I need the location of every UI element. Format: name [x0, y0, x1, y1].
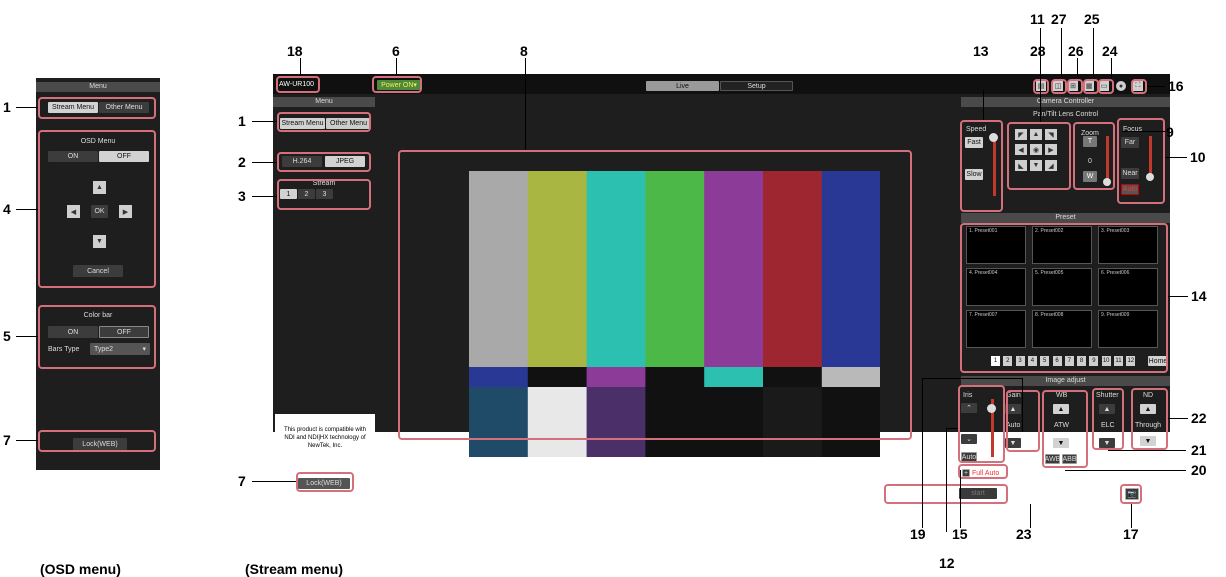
callout-7-osd: 7: [3, 432, 11, 448]
callout-28: 28: [1030, 43, 1046, 59]
icons-box-25: [1083, 79, 1099, 94]
callout-14: 14: [1191, 288, 1207, 304]
settings-icon[interactable]: ●: [1116, 81, 1126, 91]
callout-23: 23: [1016, 526, 1032, 542]
power-box: [372, 76, 422, 93]
preset-box: [960, 223, 1168, 373]
icons-box-16: [1131, 79, 1147, 94]
model-box: [276, 76, 320, 93]
icons-box-27: [1051, 79, 1067, 94]
callout-20: 20: [1191, 462, 1207, 478]
callout-15: 15: [952, 526, 968, 542]
callout-9: 9: [1166, 124, 1174, 140]
callout-19: 19: [910, 526, 926, 542]
callout-22: 22: [1191, 410, 1207, 426]
callout-26: 26: [1068, 43, 1084, 59]
ndi-notice-text: This product is compatible with NDI and …: [283, 427, 367, 449]
osd-menu-caption: (OSD menu): [40, 561, 121, 577]
tab-live[interactable]: Live: [646, 81, 719, 91]
callout-6: 6: [392, 43, 400, 59]
stream-menu-caption: (Stream menu): [245, 561, 344, 577]
full-auto-box: [958, 464, 1008, 479]
callout-11: 11: [1030, 11, 1045, 27]
callout-1: 1: [238, 113, 246, 129]
callout-16: 16: [1168, 78, 1184, 94]
callout-10: 10: [1190, 149, 1206, 165]
callout-3: 3: [238, 188, 246, 204]
callout-17: 17: [1123, 526, 1139, 542]
callout-24: 24: [1102, 43, 1118, 59]
callout-5: 5: [3, 328, 11, 344]
icons-box-24: [1098, 79, 1114, 94]
callout-25: 25: [1084, 11, 1100, 27]
tab-setup[interactable]: Setup: [720, 81, 793, 91]
tabs-box: [277, 112, 371, 132]
menu-title: Menu: [36, 82, 160, 92]
pantilt-box: [1007, 122, 1071, 190]
nd-box: [1131, 388, 1168, 450]
callout-7: 7: [238, 473, 246, 489]
stream-box: [277, 179, 371, 210]
camera-box: [1120, 484, 1142, 504]
zoom-box: [1073, 122, 1115, 190]
camera-controller-title: Camera Controller: [961, 97, 1170, 107]
callout-27: 27: [1051, 11, 1067, 27]
callout-1-osd: 1: [3, 99, 11, 115]
callout-18: 18: [287, 43, 303, 59]
osd-menu-box: [38, 130, 156, 288]
callout-2: 2: [238, 154, 246, 170]
speed-box: [960, 120, 1003, 212]
preset-title: Preset: [961, 213, 1170, 223]
lock-box: [296, 472, 354, 492]
icons-box-26: [1067, 79, 1083, 94]
pantilt-title: Pan/Tilt Lens Control: [1032, 111, 1099, 118]
osd-tabs-box: [38, 97, 156, 119]
osd-lock-box: [38, 430, 156, 452]
colorbar-box: [38, 305, 156, 369]
codec-box: [277, 152, 371, 172]
icons-box: [1033, 79, 1049, 94]
callout-13: 13: [973, 43, 989, 59]
iris-box: [958, 385, 1005, 463]
shutter-box: [1092, 388, 1124, 450]
gain-box: [1006, 390, 1040, 452]
wb-box: [1042, 390, 1088, 468]
callout-8: 8: [520, 43, 528, 59]
video-box: [398, 150, 912, 440]
menu-title: Menu: [273, 97, 375, 107]
callout-21: 21: [1191, 442, 1207, 458]
callout-4: 4: [3, 201, 11, 217]
callout-12: 12: [939, 555, 955, 571]
